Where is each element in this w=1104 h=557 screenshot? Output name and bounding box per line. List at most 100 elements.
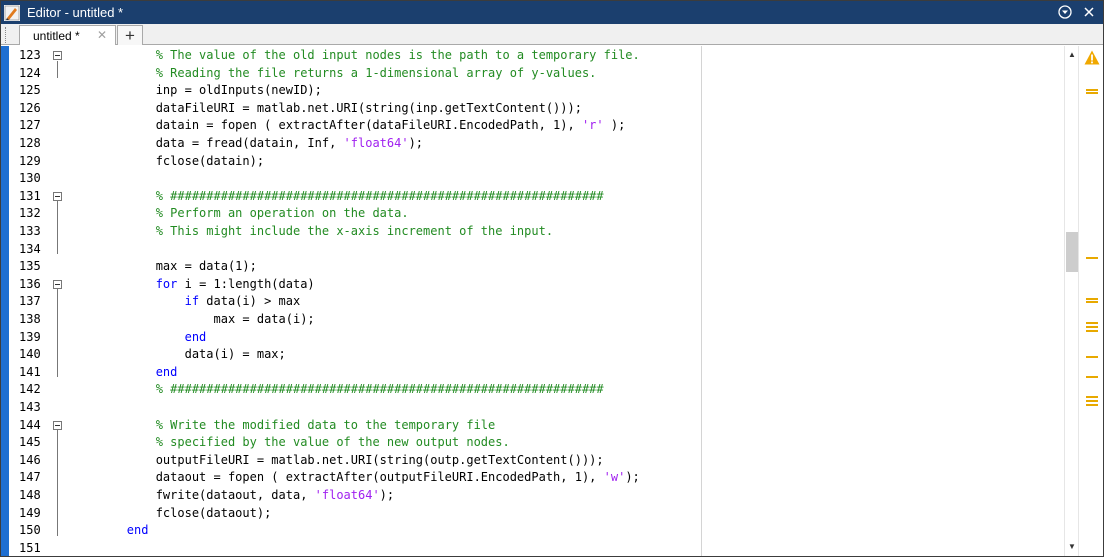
matlab-editor-icon (4, 4, 20, 21)
line-number: 133 (19, 224, 41, 238)
code-line[interactable]: end (69, 329, 207, 347)
code-comment: % Reading the file returns a 1-dimension… (155, 65, 597, 80)
code-keyword: end (155, 364, 178, 379)
code-text: inp = oldInputs(newID); (69, 83, 322, 98)
code-line[interactable]: fclose(dataout); (69, 505, 272, 523)
add-tab-button[interactable]: + (117, 25, 143, 45)
code-line[interactable]: end (69, 364, 178, 382)
tab-strip: untitled * ✕ + (1, 24, 1103, 45)
line-number: 132 (19, 206, 41, 221)
code-text: fclose(datain); (69, 153, 265, 168)
fold-guide-line (57, 236, 58, 255)
drag-grip-icon[interactable] (5, 27, 13, 43)
vertical-scrollbar[interactable]: ▲ ▼ (1064, 46, 1078, 556)
warning-marker[interactable] (1086, 330, 1098, 332)
warning-marker[interactable] (1086, 376, 1098, 378)
line-number: 135 (19, 259, 41, 274)
code-text: outputFileURI = matlab.net.URI(string(ou… (69, 452, 604, 467)
code-text: max = data(i); (69, 312, 315, 326)
code-area[interactable]: % The value of the old input nodes is th… (61, 46, 1064, 556)
code-line[interactable]: % Perform an operation on the data. (69, 205, 409, 223)
line-number-gutter: 123 124 125 126 127 128 129 130 131 132 133 134 135 1… (9, 46, 62, 556)
warning-marker[interactable] (1086, 322, 1098, 324)
code-line[interactable]: % Reading the file returns a 1-dimension… (69, 65, 597, 83)
code-line[interactable]: % This might include the x-axis incremen… (69, 223, 553, 241)
code-line[interactable]: dataout = fopen ( extractAfter(outputFil… (69, 469, 640, 487)
code-comment: % This might include the x-axis incremen… (155, 224, 554, 238)
code-line[interactable]: % specified by the value of the new outp… (69, 434, 510, 452)
scroll-down-icon[interactable]: ▼ (1068, 542, 1076, 551)
line-number: 123 (19, 48, 41, 62)
close-tab-icon[interactable]: ✕ (97, 28, 107, 42)
code-analyzer-strip[interactable] (1078, 46, 1103, 556)
code-text: fwrite(dataout, data, (69, 488, 315, 502)
editor-actions-icon[interactable] (1057, 4, 1073, 20)
warning-marker[interactable] (1086, 298, 1098, 300)
scroll-up-icon[interactable]: ▲ (1068, 50, 1076, 59)
line-number: 130 (19, 171, 41, 186)
right-text-limit-line (701, 46, 702, 556)
code-comment: % Perform an operation on the data. (155, 206, 409, 221)
code-line[interactable]: fclose(datain); (69, 153, 264, 171)
warning-marker[interactable] (1086, 92, 1098, 94)
code-keyword: for (155, 276, 178, 291)
code-line[interactable]: % ######################################… (69, 381, 604, 399)
code-line[interactable]: data(i) = max; (69, 346, 286, 364)
code-line[interactable]: datain = fopen ( extractAfter(dataFileUR… (69, 117, 626, 135)
code-line[interactable]: if data(i) > max (69, 293, 301, 311)
code-text: ); (408, 136, 424, 150)
line-number: 141 (19, 364, 41, 379)
code-line[interactable]: outputFileURI = matlab.net.URI(string(ou… (69, 452, 604, 470)
code-line[interactable]: data = fread(datain, Inf, 'float64'); (69, 135, 423, 153)
line-number: 150 (19, 523, 41, 538)
warning-marker[interactable] (1086, 89, 1098, 91)
code-string: 'float64' (343, 136, 409, 150)
left-margin-bar (1, 46, 9, 556)
code-line[interactable]: % The value of the old input nodes is th… (69, 47, 640, 65)
line-number: 131 (19, 188, 41, 203)
code-line[interactable]: % ######################################… (69, 188, 604, 206)
line-number: 151 (19, 540, 41, 555)
fold-guide-line (57, 289, 58, 307)
line-number: 147 (19, 470, 41, 485)
warning-marker[interactable] (1086, 356, 1098, 358)
line-number: 144 (19, 417, 41, 432)
code-text: datain = fopen ( extractAfter(dataFileUR… (69, 118, 582, 133)
code-keyword: end (126, 523, 149, 538)
window-title: Editor - untitled * (27, 5, 124, 20)
code-editor[interactable]: 123 124 125 126 127 128 129 130 131 132 133 134 135 1… (1, 46, 1103, 556)
code-text: ); (379, 488, 395, 502)
code-line[interactable]: inp = oldInputs(newID); (69, 82, 322, 100)
line-number: 136 (19, 276, 41, 291)
code-line[interactable]: max = data(1); (69, 258, 257, 276)
tab-untitled[interactable]: untitled * ✕ (19, 25, 116, 45)
title-bar[interactable]: Editor - untitled * (1, 1, 1103, 24)
warning-marker[interactable] (1086, 404, 1098, 406)
code-line[interactable]: fwrite(dataout, data, 'float64'); (69, 487, 394, 505)
fold-guide-line (57, 342, 58, 360)
scroll-thumb[interactable] (1066, 232, 1078, 272)
warning-marker[interactable] (1086, 257, 1098, 259)
code-line[interactable]: end (69, 522, 149, 540)
code-line[interactable]: max = data(i); (69, 311, 315, 329)
warning-marker[interactable] (1086, 400, 1098, 402)
code-line[interactable]: % Write the modified data to the tempora… (69, 417, 496, 435)
line-number: 146 (19, 452, 41, 467)
code-text: max = data(1); (69, 259, 257, 274)
fold-guide-line (57, 359, 58, 378)
warning-icon[interactable] (1084, 50, 1100, 65)
code-line[interactable]: dataFileURI = matlab.net.URI(string(inp.… (69, 100, 582, 118)
code-text: dataout = fopen ( extractAfter(outputFil… (69, 470, 604, 485)
warning-marker[interactable] (1086, 301, 1098, 303)
warning-marker[interactable] (1086, 396, 1098, 398)
close-window-icon[interactable] (1081, 4, 1097, 20)
code-line[interactable]: for i = 1:length(data) (69, 276, 315, 294)
warning-marker[interactable] (1086, 326, 1098, 328)
fold-guide-line (57, 447, 58, 466)
fold-guide-line (57, 60, 58, 79)
